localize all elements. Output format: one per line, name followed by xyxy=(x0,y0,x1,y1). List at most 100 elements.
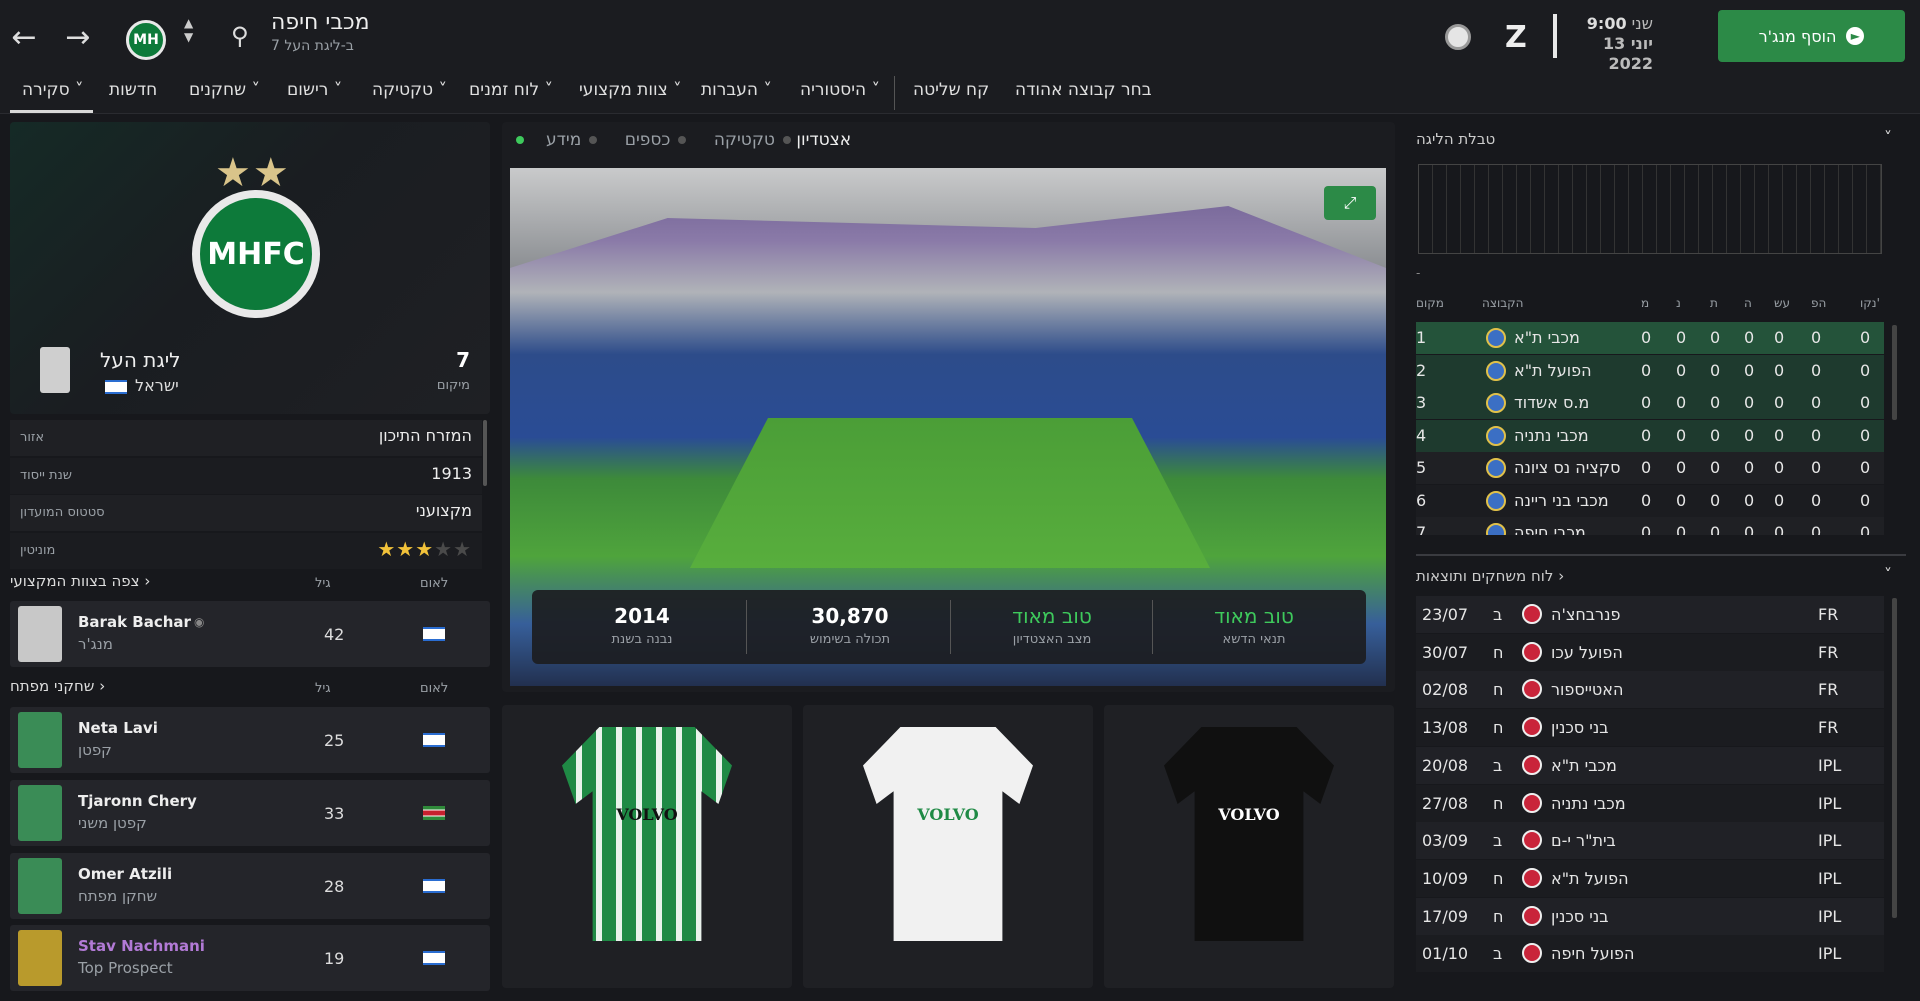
fixtures-title[interactable]: לוח משחקים ותוצאות › xyxy=(1416,567,1564,585)
team-name[interactable]: מכבי חיפה xyxy=(1514,523,1586,535)
opponent-crest-icon xyxy=(1522,679,1542,700)
fixture-row[interactable]: 30/07 ח הפועל עכו FR xyxy=(1416,633,1884,671)
nav-players[interactable]: שחקנים ˅ xyxy=(189,80,260,100)
continue-button[interactable]: הוסף מנג'ר ► xyxy=(1718,10,1905,62)
player-role: קפטן xyxy=(78,741,112,759)
player-row[interactable]: Stav Nachmani Top Prospect 19 xyxy=(10,925,490,991)
collapse-chevron-icon[interactable]: ˅ xyxy=(1884,565,1892,584)
team-stat: 0 xyxy=(1641,328,1652,347)
team-stat: 0 xyxy=(1641,393,1652,412)
fixture-row[interactable]: 02/08 ח האטייספור FR xyxy=(1416,671,1884,709)
fixtures-scrollbar[interactable] xyxy=(1892,598,1897,918)
opponent-name[interactable]: בני סכנין xyxy=(1551,718,1609,737)
opponent-name[interactable]: מכבי נתניה xyxy=(1551,794,1626,813)
date-label: 13 יוני 2022 xyxy=(1602,34,1653,73)
search-icon[interactable]: ⚲ xyxy=(231,22,249,50)
nav-tactics[interactable]: טקטיקה ˅ xyxy=(372,80,447,100)
opponent-name[interactable]: פנרבחצ'ה xyxy=(1551,605,1620,624)
nav-overview[interactable]: סקירה ˅ xyxy=(22,80,84,100)
league-table-row[interactable]: 7 מכבי חיפה 0 0 0 0 0 0 0 xyxy=(1416,517,1884,535)
nav-take-control[interactable]: קח שליטה xyxy=(913,80,989,100)
nav-history[interactable]: היסטוריה ˅ xyxy=(800,80,880,100)
fixture-venue: ב xyxy=(1493,831,1503,851)
stat-label: תנאי הדשא xyxy=(1222,632,1286,647)
team-position: 2 xyxy=(1416,360,1427,380)
fixture-date: 17/09 xyxy=(1422,906,1469,926)
club-crest-icon[interactable]: MH xyxy=(126,20,166,60)
nav-news[interactable]: חדשות xyxy=(109,80,157,100)
opponent-name[interactable]: בית"ר י-ם xyxy=(1551,831,1616,850)
fixture-row[interactable]: 27/08 ח מכבי נתניה IPL xyxy=(1416,784,1884,822)
player-row[interactable]: Neta Lavi קפטן 25 xyxy=(10,707,490,773)
collapse-chevron-icon[interactable]: ˅ xyxy=(1884,128,1892,147)
nav-staff[interactable]: צוות מקצועי ˅ xyxy=(579,80,682,100)
staff-name: Barak Bachar xyxy=(78,613,191,631)
staff-title[interactable]: צפה בצוות המקצועי › xyxy=(10,572,150,590)
z-icon[interactable]: Z xyxy=(1505,20,1527,55)
opponent-crest-icon xyxy=(1522,604,1542,624)
back-arrow-icon[interactable]: ← xyxy=(4,17,44,57)
team-name[interactable]: מ.ס אשדוד xyxy=(1514,393,1589,412)
team-name[interactable]: מכבי ת"א xyxy=(1514,328,1580,347)
staff-row[interactable]: Barak Bachar ◉ מנג'ר 42 xyxy=(10,601,490,667)
competition-code: FR xyxy=(1818,605,1839,624)
player-name: Tjaronn Chery xyxy=(78,792,197,810)
team-name[interactable]: מכבי בני ריינה xyxy=(1514,491,1609,510)
league-table-scrollbar[interactable] xyxy=(1892,325,1897,420)
competition-code: FR xyxy=(1818,642,1839,662)
kit-away-panel[interactable]: VOLVO xyxy=(803,705,1093,988)
league-name[interactable]: ליגת העל xyxy=(100,348,181,372)
tab-tactics[interactable]: טקטיקה xyxy=(714,130,791,150)
player-age: 19 xyxy=(324,949,345,968)
fixture-row[interactable]: 13/08 ח בני סכנין FR xyxy=(1416,709,1884,747)
fixture-row[interactable]: 03/09 ב בית"ר י-ם IPL xyxy=(1416,822,1884,860)
key-players-title[interactable]: שחקני מפתח › xyxy=(10,677,105,695)
tab-finances[interactable]: כספים xyxy=(625,130,687,150)
stat-built: 2014 נבנה בשנת xyxy=(542,604,742,647)
league-table-row[interactable]: 4 מכבי נתניה 0 0 0 0 0 0 0 xyxy=(1416,419,1884,452)
info-scrollbar[interactable] xyxy=(483,420,487,486)
fixture-row[interactable]: 17/09 ח בני סכנין IPL xyxy=(1416,897,1884,935)
league-table-row[interactable]: 6 מכבי בני ריינה 0 0 0 0 0 0 0 xyxy=(1416,484,1884,517)
col-nationality: לאום xyxy=(420,576,449,591)
team-stat: 0 xyxy=(1811,523,1822,535)
opponent-name[interactable]: האטייספור xyxy=(1551,680,1623,699)
nav-choose-favorite[interactable]: בחר קבוצה אהודה xyxy=(1015,80,1152,100)
header-pos: מקום xyxy=(1416,296,1444,310)
fixture-row[interactable]: 20/08 ב מכבי ת"א IPL xyxy=(1416,746,1884,784)
club-switch-chevron-icon[interactable]: ▲ ▼ xyxy=(184,16,193,44)
info-row: מוניטין ★★★★★ xyxy=(10,533,482,569)
opponent-name[interactable]: הפועל ת"א xyxy=(1551,869,1629,888)
opponent-name[interactable]: הפועל עכו xyxy=(1551,643,1623,662)
competition-code: IPL xyxy=(1818,793,1842,813)
kit-sponsor: VOLVO xyxy=(917,805,979,824)
team-name[interactable]: סקציה נס ציונה xyxy=(1514,458,1621,477)
league-table-row[interactable]: 3 מ.ס אשדוד 0 0 0 0 0 0 0 xyxy=(1416,387,1884,419)
expand-icon[interactable]: ⤢ xyxy=(1324,186,1376,220)
fixture-row[interactable]: 23/07 ב פנרבחצ'ה FR xyxy=(1416,596,1884,633)
ball-icon[interactable] xyxy=(1445,24,1471,50)
opponent-name[interactable]: הפועל חיפה xyxy=(1551,944,1634,963)
league-table-title[interactable]: טבלת הליגה xyxy=(1416,130,1495,148)
opponent-name[interactable]: מכבי ת"א xyxy=(1551,756,1617,775)
col-age: גיל xyxy=(315,681,331,696)
opponent-name[interactable]: בני סכנין xyxy=(1551,907,1609,926)
nav-registration[interactable]: רישום ˅ xyxy=(287,80,342,100)
player-row[interactable]: Tjaronn Chery קפטן משני 33 xyxy=(10,780,490,846)
forward-arrow-icon[interactable]: → xyxy=(58,17,98,57)
kit-home-panel[interactable]: VOLVO xyxy=(502,705,792,988)
team-name[interactable]: מכבי נתניה xyxy=(1514,426,1589,445)
league-table-row[interactable]: 2 הפועל ת"א 0 0 0 0 0 0 0 xyxy=(1416,354,1884,387)
team-name[interactable]: הפועל ת"א xyxy=(1514,361,1592,380)
league-table-row[interactable]: 1 מכבי ת"א 0 0 0 0 0 0 0 xyxy=(1416,322,1884,354)
player-row[interactable]: Omer Atzili שחקן מפתח 28 xyxy=(10,853,490,919)
team-stat: 0 xyxy=(1860,360,1871,380)
nav-transfers[interactable]: העברות ˅ xyxy=(701,80,772,100)
fixture-row[interactable]: 01/10 ב הפועל חיפה IPL xyxy=(1416,935,1884,973)
league-table-row[interactable]: 5 סקציה נס ציונה 0 0 0 0 0 0 0 xyxy=(1416,452,1884,484)
nav-schedule[interactable]: לוח זמנים ˅ xyxy=(469,80,553,100)
tab-info[interactable]: מידע xyxy=(546,130,598,150)
kit-third-panel[interactable]: VOLVO xyxy=(1104,705,1394,988)
fixture-row[interactable]: 10/09 ח הפועל ת"א IPL xyxy=(1416,859,1884,897)
opponent-crest-icon xyxy=(1522,792,1542,813)
